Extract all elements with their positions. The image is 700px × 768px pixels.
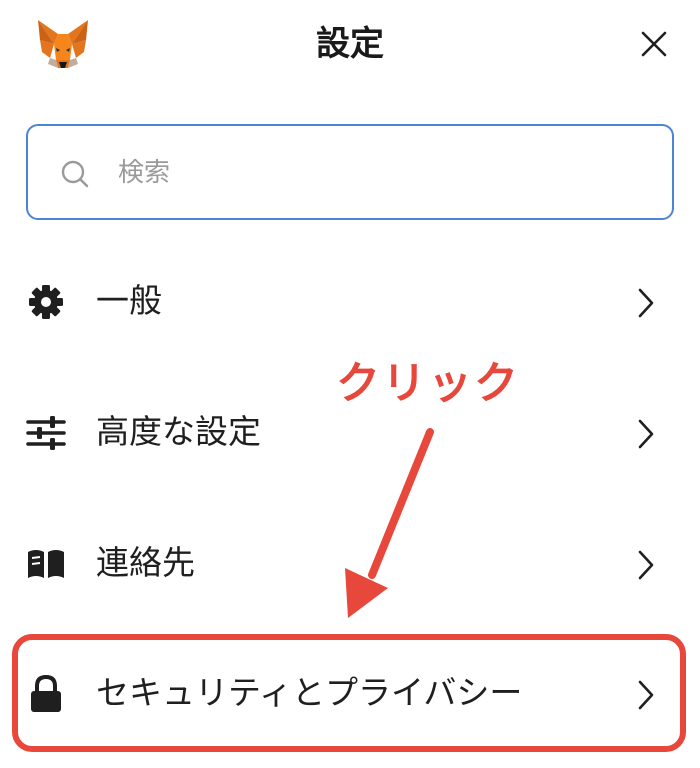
menu-item-label: 高度な設定 — [96, 412, 261, 451]
settings-page: 設定 一般 — [0, 0, 700, 768]
chevron-right-icon — [638, 419, 654, 449]
search-box[interactable] — [26, 124, 674, 220]
chevron-right-icon — [638, 550, 654, 580]
menu-item-label: 連絡先 — [96, 543, 195, 582]
menu-item-label: 一般 — [96, 281, 162, 320]
chevron-right-icon — [638, 288, 654, 318]
search-icon — [61, 160, 89, 188]
annotation-label: クリック — [336, 358, 520, 409]
menu-item-contacts[interactable]: 連絡先 — [0, 518, 700, 608]
menu-item-label: セキュリティとプライバシー — [96, 673, 523, 712]
search-input[interactable] — [116, 148, 640, 198]
gear-icon — [29, 285, 63, 319]
menu-item-security-privacy[interactable]: セキュリティとプライバシー — [0, 648, 700, 738]
sliders-icon — [26, 416, 66, 450]
page-title: 設定 — [316, 24, 384, 64]
close-icon[interactable] — [636, 26, 672, 62]
chevron-right-icon — [638, 680, 654, 710]
lock-icon — [31, 674, 61, 712]
menu-item-general[interactable]: 一般 — [0, 256, 700, 346]
book-icon — [28, 550, 64, 578]
